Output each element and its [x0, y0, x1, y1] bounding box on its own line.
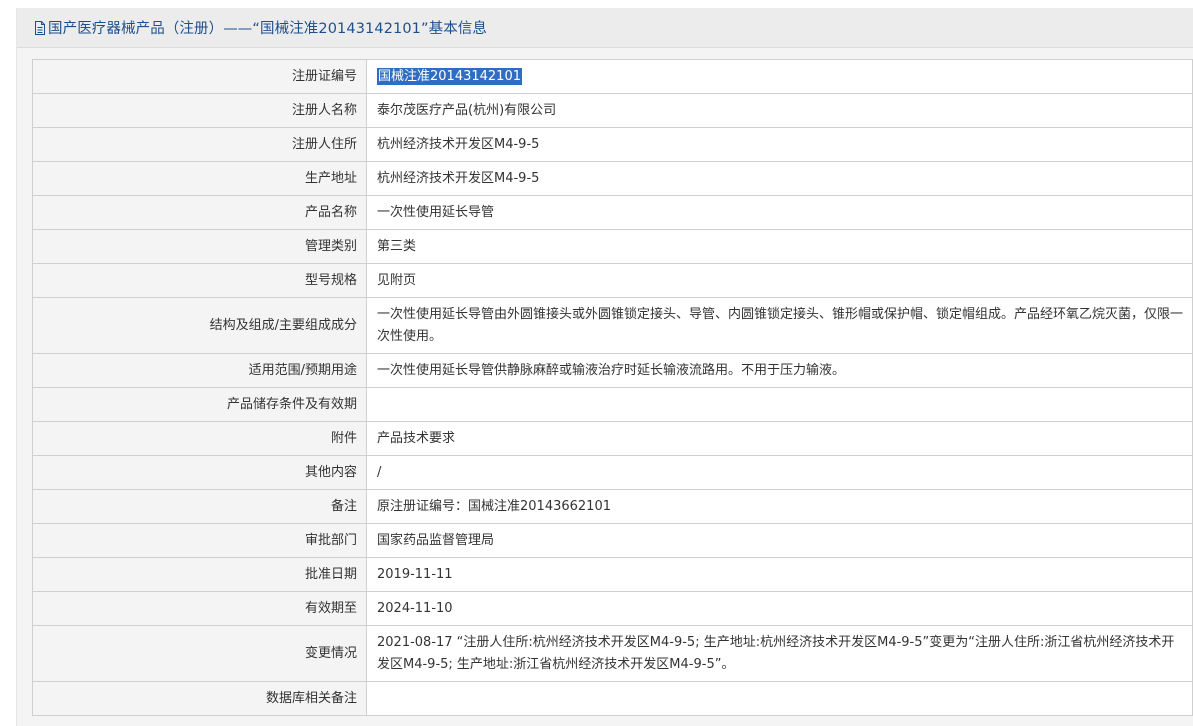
table-row: 管理类别 第三类 [32, 229, 1193, 264]
row-value: 国家药品监督管理局 [366, 523, 1193, 558]
table-row: 注册人名称 泰尔茂医疗产品(杭州)有限公司 [32, 93, 1193, 128]
row-value: 杭州经济技术开发区M4-9-5 [366, 161, 1193, 196]
row-label: 注册人名称 [32, 93, 367, 128]
page-title: 国产医疗器械产品（注册）——“国械注准20143142101”基本信息 [48, 21, 488, 37]
row-label: 其他内容 [32, 455, 367, 490]
table-row: 注册人住所 杭州经济技术开发区M4-9-5 [32, 127, 1193, 162]
table-row: 有效期至 2024-11-10 [32, 591, 1193, 626]
row-label: 生产地址 [32, 161, 367, 196]
table-row: 产品储存条件及有效期 [32, 387, 1193, 422]
row-label: 数据库相关备注 [32, 681, 367, 716]
title-bar: 国产医疗器械产品（注册）——“国械注准20143142101”基本信息 [17, 8, 1193, 48]
row-label: 注册证编号 [32, 59, 367, 94]
table-row: 生产地址 杭州经济技术开发区M4-9-5 [32, 161, 1193, 196]
row-label: 产品名称 [32, 195, 367, 230]
row-value: / [366, 455, 1193, 490]
table-row: 备注 原注册证编号：国械注准20143662101 [32, 489, 1193, 524]
row-value[interactable]: 国械注准20143142101 [366, 59, 1193, 94]
row-label: 管理类别 [32, 229, 367, 264]
row-value: 一次性使用延长导管供静脉麻醉或输液治疗时延长输液流路用。不用于压力输液。 [366, 353, 1193, 388]
selected-text[interactable]: 国械注准20143142101 [377, 67, 522, 85]
row-value: 2024-11-10 [366, 591, 1193, 626]
table-row: 结构及组成/主要组成成分 一次性使用延长导管由外圆锥接头或外圆锥锁定接头、导管、… [32, 297, 1193, 354]
table-row: 其他内容 / [32, 455, 1193, 490]
info-table-wrapper: 注册证编号 国械注准20143142101 注册人名称 泰尔茂医疗产品(杭州)有… [32, 59, 1193, 716]
row-value [366, 387, 1193, 422]
table-row: 注册证编号 国械注准20143142101 [32, 59, 1193, 94]
table-row: 数据库相关备注 [32, 681, 1193, 716]
row-value: 泰尔茂医疗产品(杭州)有限公司 [366, 93, 1193, 128]
row-label: 注册人住所 [32, 127, 367, 162]
table-row: 变更情况 2021-08-17 “注册人住所:杭州经济技术开发区M4-9-5; … [32, 625, 1193, 682]
row-label: 产品储存条件及有效期 [32, 387, 367, 422]
info-table: 注册证编号 国械注准20143142101 注册人名称 泰尔茂医疗产品(杭州)有… [32, 59, 1193, 716]
row-value: 杭州经济技术开发区M4-9-5 [366, 127, 1193, 162]
table-row: 产品名称 一次性使用延长导管 [32, 195, 1193, 230]
row-value: 2019-11-11 [366, 557, 1193, 592]
row-label: 变更情况 [32, 625, 367, 682]
row-label: 审批部门 [32, 523, 367, 558]
table-row: 审批部门 国家药品监督管理局 [32, 523, 1193, 558]
row-value [366, 681, 1193, 716]
row-value: 一次性使用延长导管由外圆锥接头或外圆锥锁定接头、导管、内圆锥锁定接头、锥形帽或保… [366, 297, 1193, 354]
row-label: 批准日期 [32, 557, 367, 592]
document-icon [34, 20, 46, 35]
row-value: 2021-08-17 “注册人住所:杭州经济技术开发区M4-9-5; 生产地址:… [366, 625, 1193, 682]
row-label: 有效期至 [32, 591, 367, 626]
row-value: 第三类 [366, 229, 1193, 264]
row-label: 结构及组成/主要组成成分 [32, 297, 367, 354]
row-label: 备注 [32, 489, 367, 524]
table-row: 批准日期 2019-11-11 [32, 557, 1193, 592]
table-row: 附件 产品技术要求 [32, 421, 1193, 456]
table-row: 适用范围/预期用途 一次性使用延长导管供静脉麻醉或输液治疗时延长输液流路用。不用… [32, 353, 1193, 388]
row-value: 见附页 [366, 263, 1193, 298]
row-label: 附件 [32, 421, 367, 456]
row-value: 原注册证编号：国械注准20143662101 [366, 489, 1193, 524]
table-row: 型号规格 见附页 [32, 263, 1193, 298]
row-value: 产品技术要求 [366, 421, 1193, 456]
row-label: 适用范围/预期用途 [32, 353, 367, 388]
row-label: 型号规格 [32, 263, 367, 298]
row-value: 一次性使用延长导管 [366, 195, 1193, 230]
